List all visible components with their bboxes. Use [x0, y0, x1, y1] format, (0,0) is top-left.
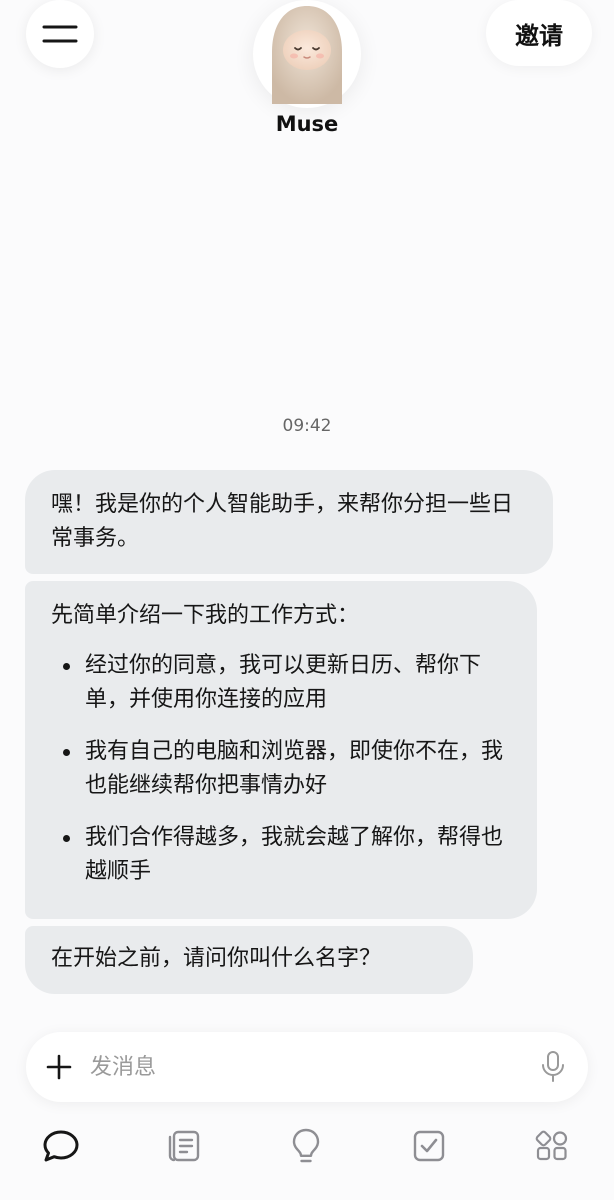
bullet-item: 经过你的同意，我可以更新日历、帮你下单，并使用你连接的应用 [51, 649, 511, 717]
bullet-item: 我们合作得越多，我就会越了解你，帮得也越顺手 [51, 821, 511, 889]
invite-button[interactable]: 邀请 [486, 0, 592, 66]
bot-name: Muse [275, 112, 339, 136]
chat-screen: Muse 邀请 09:42 嘿！我是你的个人智能助手，来帮你分担一些日常事务。 … [0, 0, 614, 1200]
checkbox-icon [413, 1130, 445, 1162]
tab-chat[interactable] [41, 1126, 81, 1166]
message-input[interactable] [90, 1046, 520, 1088]
message-bubble: 先简单介绍一下我的工作方式： 经过你的同意，我可以更新日历、帮你下单，并使用你连… [25, 581, 537, 919]
chat-bubble-icon [43, 1130, 79, 1162]
plus-icon[interactable] [44, 1052, 74, 1082]
message-text: 在开始之前，请问你叫什么名字？ [51, 946, 382, 971]
message-bubble: 嘿！我是你的个人智能助手，来帮你分担一些日常事务。 [25, 470, 553, 574]
message-text: 嘿！我是你的个人智能助手，来帮你分担一些日常事务。 [51, 492, 514, 551]
tab-apps[interactable] [532, 1126, 572, 1166]
muse-avatar [272, 6, 342, 104]
message-composer [26, 1032, 588, 1102]
message-intro: 先简单介绍一下我的工作方式： [51, 603, 360, 628]
microphone-icon[interactable] [540, 1050, 566, 1084]
avatar[interactable] [253, 0, 361, 108]
bullet-list: 经过你的同意，我可以更新日历、帮你下单，并使用你连接的应用 我有自己的电脑和浏览… [51, 649, 511, 889]
message-timestamp: 09:42 [282, 416, 332, 436]
tab-ideas[interactable] [286, 1126, 326, 1166]
notes-icon [168, 1130, 200, 1162]
menu-icon [42, 25, 78, 43]
lightbulb-icon [292, 1128, 320, 1163]
apps-icon [535, 1130, 568, 1161]
message-bubble: 在开始之前，请问你叫什么名字？ [25, 926, 473, 994]
tab-tasks[interactable] [409, 1126, 449, 1166]
tab-notes[interactable] [164, 1126, 204, 1166]
bullet-item: 我有自己的电脑和浏览器，即使你不在，我也能继续帮你把事情办好 [51, 735, 511, 803]
menu-button[interactable] [26, 0, 94, 68]
